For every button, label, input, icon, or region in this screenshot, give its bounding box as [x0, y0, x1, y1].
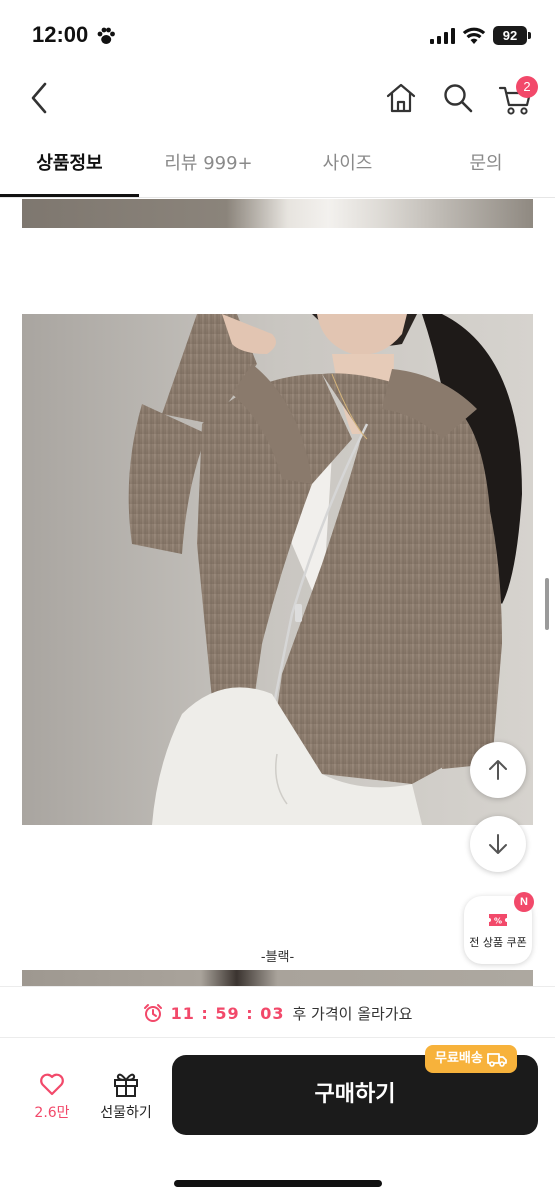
tab-active-indicator [0, 194, 139, 197]
free-shipping-label: 무료배송 [435, 1051, 483, 1066]
home-indicator[interactable] [174, 1180, 382, 1187]
paw-icon [97, 27, 115, 44]
signal-icon [430, 28, 455, 44]
tab-product-info[interactable]: 상품정보 [0, 138, 139, 196]
like-button[interactable]: 2.6만 [22, 1068, 82, 1128]
battery-tip [528, 32, 531, 39]
battery-indicator: 92 [493, 26, 527, 45]
home-icon[interactable] [384, 82, 418, 114]
top-nav [0, 68, 555, 130]
gift-button[interactable]: 선물하기 [90, 1068, 162, 1128]
new-badge: N [514, 892, 534, 912]
arrow-up-icon [489, 760, 507, 780]
gift-label: 선물하기 [100, 1105, 152, 1121]
product-tabs: 상품정보 리뷰 999+ 사이즈 문의 [0, 138, 555, 198]
tab-inquiry[interactable]: 문의 [417, 138, 555, 196]
price-timer-bar: 11 : 59 : 03 후 가격이 올라가요 [0, 986, 555, 1038]
product-image-partial-top [22, 199, 533, 228]
scroll-up-button[interactable] [470, 742, 526, 798]
free-shipping-badge: 무료배송 [425, 1045, 517, 1073]
countdown-timer: 11 : 59 : 03 [170, 1003, 285, 1023]
svg-text:%: % [494, 917, 502, 926]
page-scrollbar[interactable] [545, 578, 549, 630]
truck-icon [486, 1053, 507, 1067]
alarm-clock-icon [143, 1004, 162, 1022]
tab-size[interactable]: 사이즈 [278, 138, 417, 196]
cart-count-badge: 2 [516, 76, 538, 98]
product-image-partial-bottom [22, 970, 533, 986]
scroll-down-button[interactable] [470, 816, 526, 872]
search-icon[interactable] [442, 82, 474, 114]
coupon-label: 전 상품 쿠폰 [469, 936, 527, 949]
product-photo [22, 314, 533, 825]
tab-reviews[interactable]: 리뷰 999+ [139, 138, 278, 196]
gift-icon [114, 1073, 138, 1097]
status-bar: 12:00 92 [0, 0, 555, 68]
wifi-icon [462, 27, 486, 44]
heart-icon [40, 1073, 64, 1096]
arrow-down-icon [489, 834, 507, 854]
status-time: 12:00 [32, 22, 89, 47]
product-photo-illustration [22, 314, 533, 825]
back-button[interactable] [26, 80, 54, 116]
like-count: 2.6만 [34, 1105, 70, 1121]
countdown-text: 후 가격이 올라가요 [292, 1004, 413, 1023]
coupon-icon: % [489, 914, 507, 926]
